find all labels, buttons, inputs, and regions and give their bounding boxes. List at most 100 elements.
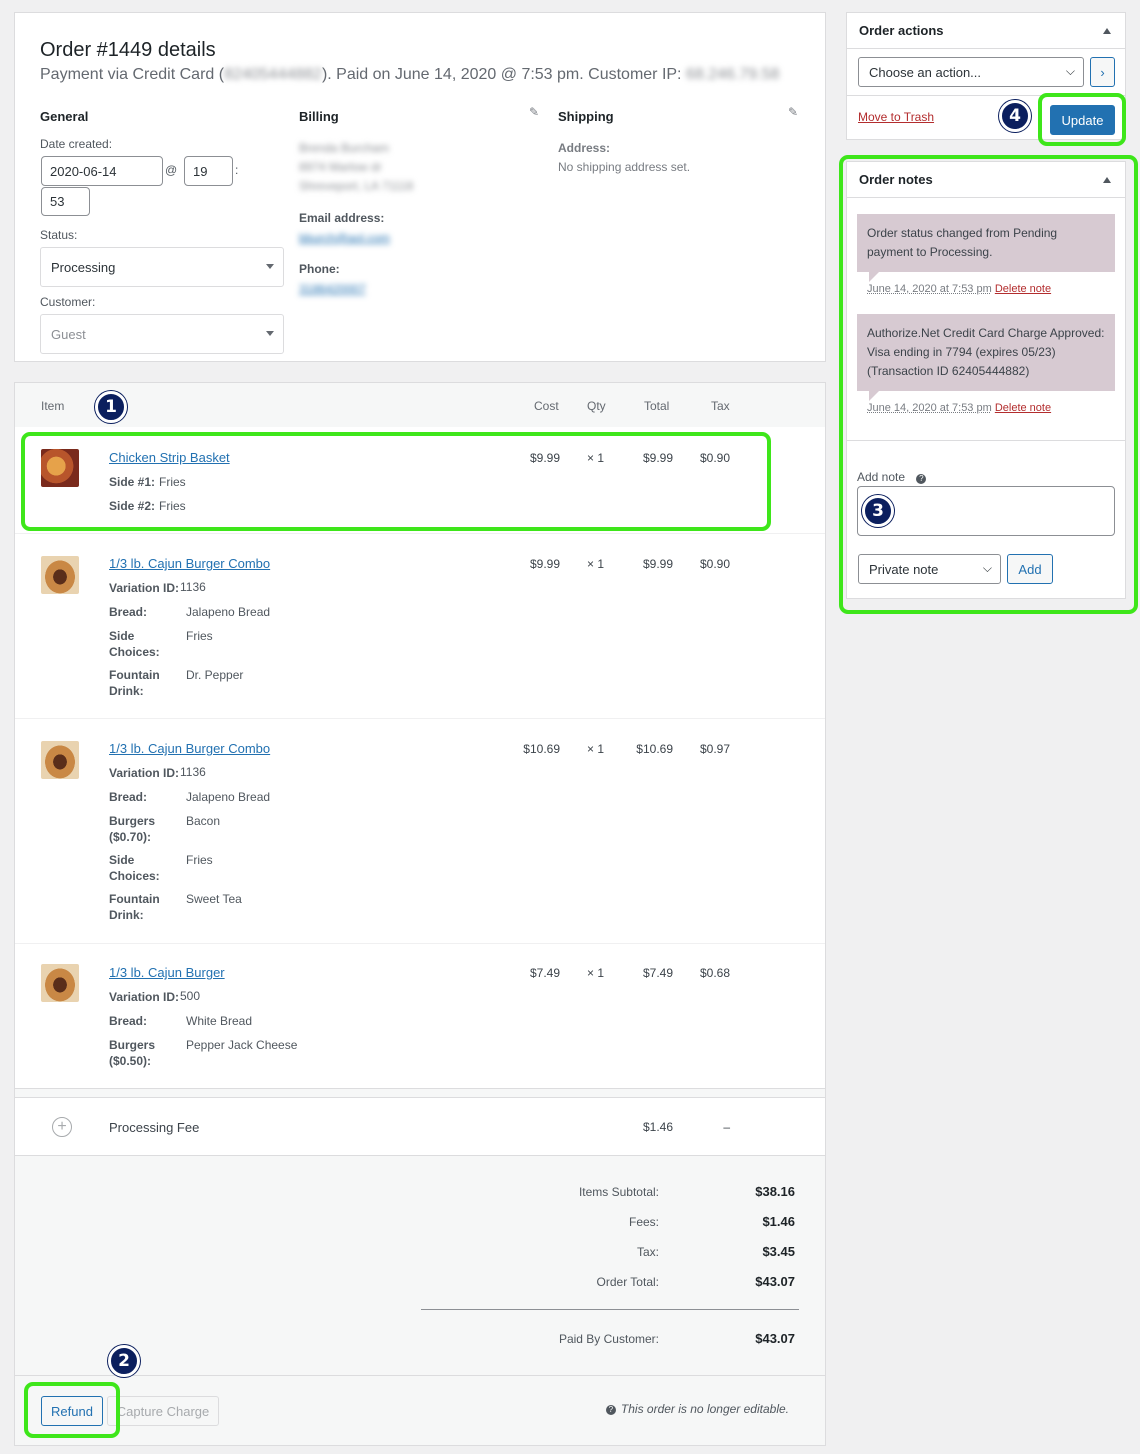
order-data-panel: Order #1449 details Payment via Credit C…	[14, 12, 826, 362]
order-items-panel: Item Cost Qty Total Tax Chicken Strip Ba…	[14, 382, 826, 1446]
product-thumbnail	[41, 449, 79, 487]
order-notes-header[interactable]: Order notes	[847, 162, 1125, 198]
item-column-header: Item	[41, 399, 65, 413]
items-footer: Refund Capture Charge ? This order is no …	[15, 1375, 825, 1445]
paid-by-customer-value: $43.07	[755, 1331, 795, 1346]
callout-badge-3: 3	[862, 495, 894, 527]
order-total-value: $43.07	[755, 1274, 795, 1289]
billing-phone-redacted[interactable]: 3186420007	[299, 282, 366, 296]
shipping-address-label: Address:	[558, 141, 611, 155]
items-subtotal-label: Items Subtotal:	[578, 1185, 659, 1199]
qty-column-header: Qty	[587, 399, 606, 413]
update-button[interactable]: Update	[1050, 105, 1115, 135]
meta-key: Bread:	[109, 1014, 148, 1028]
item-tax: $0.90	[699, 557, 730, 571]
table-row: 1/3 lb. Cajun Burger Combo Variation ID:…	[15, 534, 825, 718]
product-thumbnail	[41, 964, 79, 1002]
fee-row: + Processing Fee $1.46 –	[15, 1099, 825, 1155]
help-icon: ?	[916, 474, 927, 484]
order-actions-header[interactable]: Order actions	[847, 13, 1125, 49]
variation-id-value: 1136	[180, 580, 206, 594]
item-cost: $9.99	[529, 451, 560, 465]
order-action-select[interactable]: Choose an action... ⌵	[858, 57, 1084, 87]
meta-value: Fries	[159, 475, 186, 489]
delete-note-link[interactable]: Delete note	[995, 402, 1051, 414]
callout-badge-1: 1	[95, 391, 127, 423]
billing-street-redacted: 8974 Marlow dr	[299, 160, 382, 174]
add-note-textarea[interactable]	[857, 486, 1115, 536]
actions-divider	[847, 95, 1125, 96]
callout-badge-2: 2	[108, 1345, 140, 1377]
edit-shipping-pencil-icon[interactable]: ✎	[788, 106, 800, 118]
meta-key: Fountain Drink:	[109, 892, 160, 922]
note-meta: June 14, 2020 at 7:53 pm Delete note	[867, 283, 1052, 295]
item-total: $7.49	[642, 966, 673, 980]
time-colon: :	[235, 163, 239, 177]
hour-input[interactable]: 19	[184, 156, 233, 186]
item-name-link[interactable]: 1/3 lb. Cajun Burger Combo	[109, 741, 270, 756]
item-total: $9.99	[642, 451, 673, 465]
capture-charge-button[interactable]: Capture Charge	[107, 1396, 219, 1426]
move-to-trash-link[interactable]: Move to Trash	[858, 110, 934, 124]
payment-info: Payment via Credit Card (82405444882). P…	[40, 66, 780, 83]
add-note-label: Add note ?	[857, 470, 927, 484]
collapse-arrow-icon[interactable]	[1103, 177, 1111, 183]
card-number-redacted: 82405444882	[224, 66, 322, 83]
meta-value: Jalapeno Bread	[186, 790, 271, 804]
billing-email-redacted[interactable]: bburch@aol.com	[299, 231, 390, 245]
collapse-arrow-icon[interactable]	[1103, 28, 1111, 34]
meta-value: Fries	[159, 499, 186, 513]
tax-label: Tax:	[636, 1245, 659, 1259]
item-tax: $0.97	[699, 742, 730, 756]
item-qty: × 1	[587, 742, 605, 756]
add-note-button[interactable]: Add	[1007, 554, 1053, 584]
item-name-link[interactable]: 1/3 lb. Cajun Burger Combo	[109, 556, 270, 571]
totals-divider	[421, 1309, 799, 1310]
customer-select[interactable]: Guest	[40, 314, 284, 354]
meta-key: Fountain Drink:	[109, 668, 160, 698]
note-type-select[interactable]: Private note ⌵	[858, 554, 1001, 584]
help-icon: ?	[605, 1405, 616, 1415]
paid-by-customer-label: Paid By Customer:	[558, 1332, 659, 1346]
minute-input[interactable]: 53	[41, 187, 90, 216]
item-qty: × 1	[587, 451, 605, 465]
fee-name: Processing Fee	[109, 1120, 200, 1135]
note-meta: June 14, 2020 at 7:53 pm Delete note	[867, 402, 1052, 414]
item-cost: $9.99	[529, 557, 560, 571]
items-table-header: Item Cost Qty Total Tax	[15, 383, 825, 427]
variation-id-label: Variation ID:	[109, 766, 180, 780]
customer-ip-redacted: 68.246.79.58	[685, 66, 780, 83]
status-select[interactable]: Processing	[40, 247, 284, 287]
item-name-link[interactable]: Chicken Strip Basket	[109, 450, 230, 465]
chevron-right-icon: ›	[1100, 64, 1105, 80]
meta-value: Fries	[186, 629, 213, 643]
total-column-header: Total	[644, 399, 670, 413]
shipping-heading: Shipping	[558, 109, 614, 124]
items-subtotal-value: $38.16	[755, 1184, 795, 1199]
edit-billing-pencil-icon[interactable]: ✎	[529, 106, 541, 118]
note-tail	[869, 391, 879, 401]
status-label: Status:	[40, 228, 78, 242]
order-note: Authorize.Net Credit Card Charge Approve…	[857, 314, 1115, 391]
date-created-input[interactable]: 2020-06-14	[41, 156, 163, 186]
delete-note-link[interactable]: Delete note	[995, 283, 1051, 295]
refund-button[interactable]: Refund	[41, 1396, 103, 1426]
fee-tax: –	[723, 1120, 730, 1134]
item-total: $10.69	[636, 742, 673, 756]
item-name-link[interactable]: 1/3 lb. Cajun Burger	[109, 965, 225, 980]
chevron-down-icon: ⌵	[982, 561, 992, 575]
fees-label: Fees:	[628, 1215, 659, 1229]
date-created-label: Date created:	[40, 137, 113, 151]
product-thumbnail	[41, 556, 79, 594]
customer-label: Customer:	[40, 295, 96, 309]
variation-id-label: Variation ID:	[109, 581, 180, 595]
chevron-down-icon	[266, 331, 274, 336]
billing-city-redacted: Shreveport, LA 71118	[299, 179, 414, 193]
order-title: Order #1449 details	[40, 39, 216, 61]
meta-key: Side #2:	[109, 499, 156, 513]
plus-circle-icon: +	[52, 1117, 72, 1137]
apply-action-button[interactable]: ›	[1090, 57, 1115, 87]
cost-column-header: Cost	[534, 399, 559, 413]
fee-total: $1.46	[642, 1120, 673, 1134]
meta-value: Bacon	[186, 814, 221, 828]
